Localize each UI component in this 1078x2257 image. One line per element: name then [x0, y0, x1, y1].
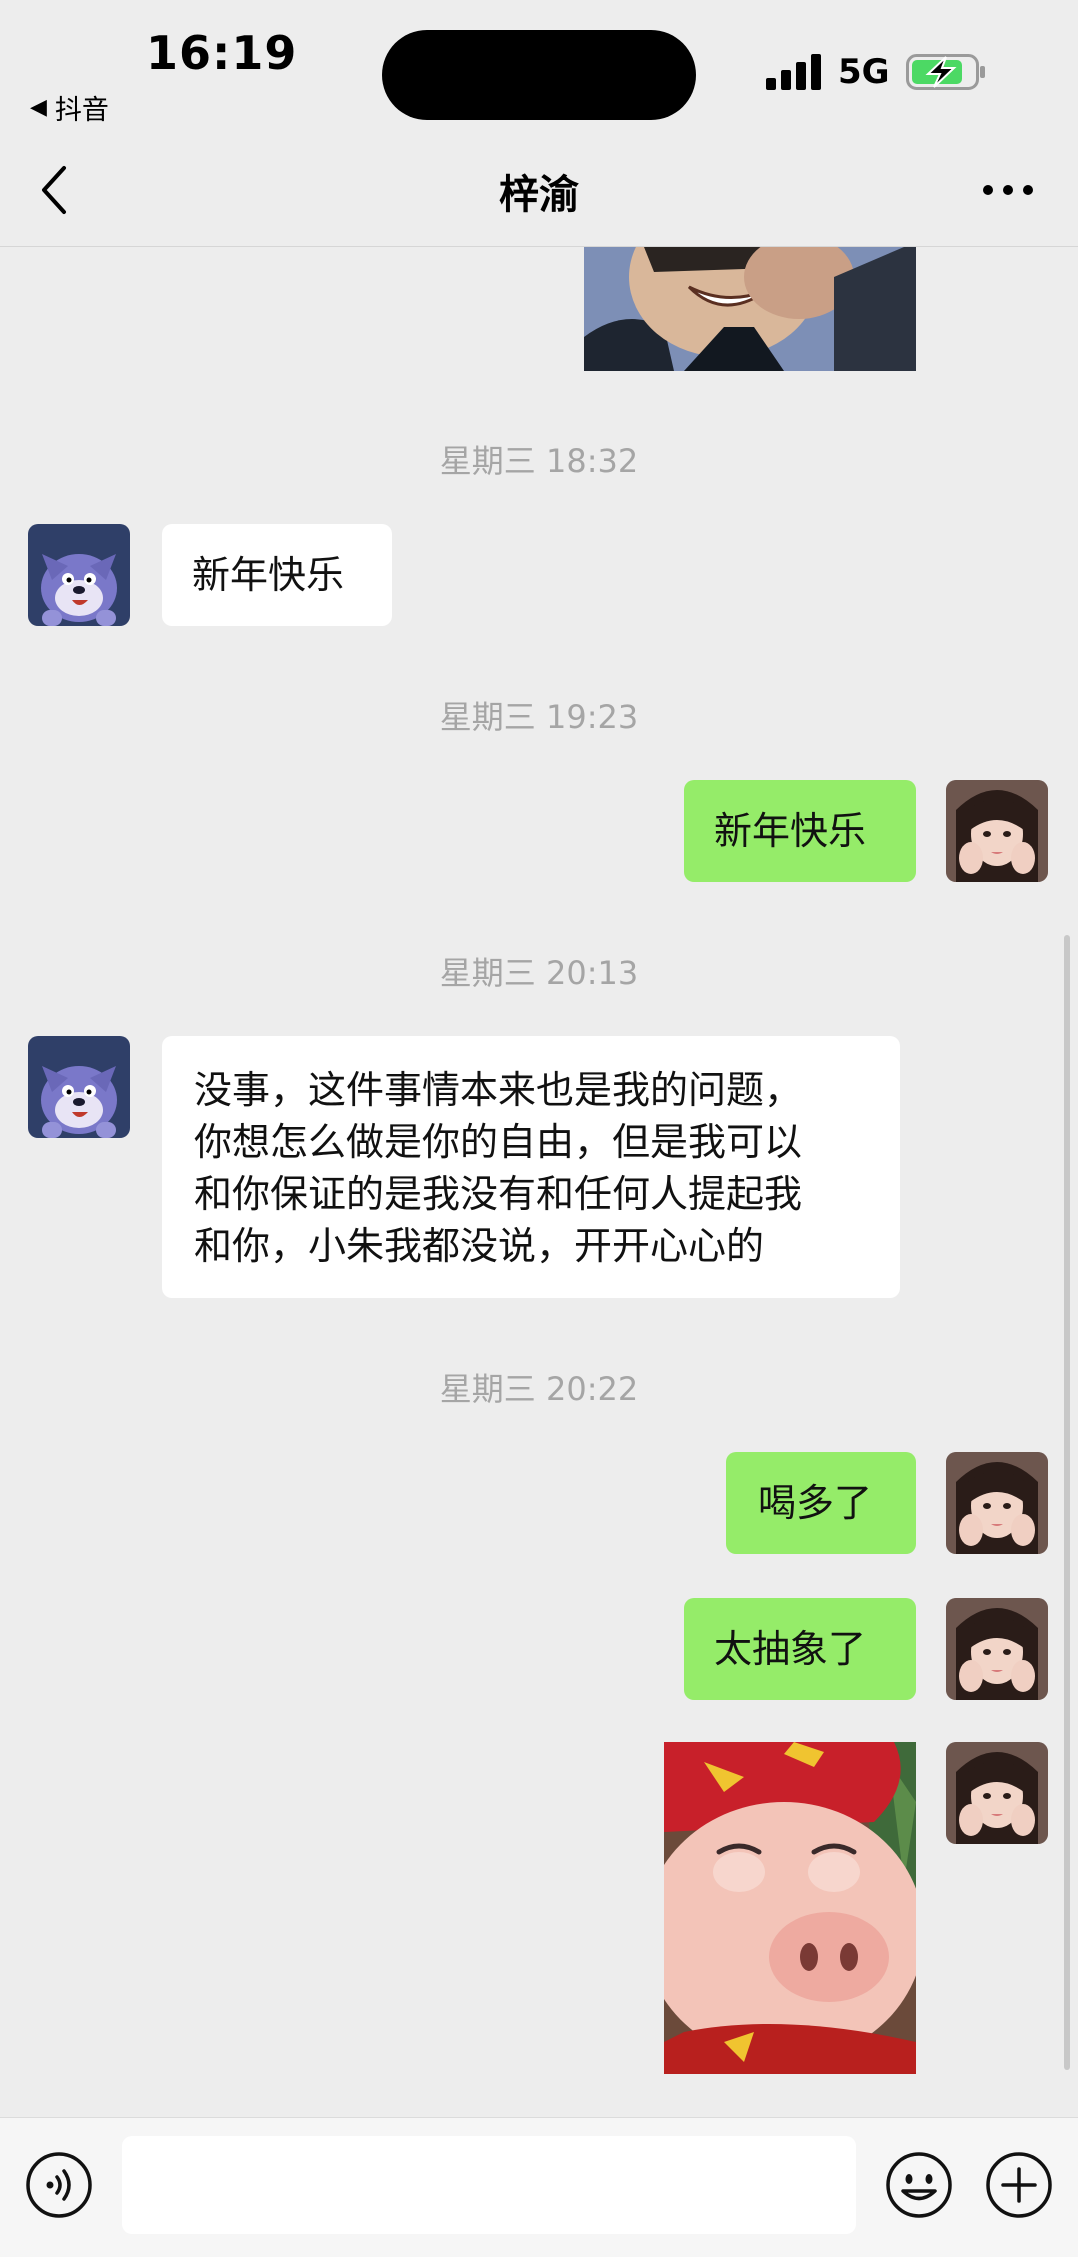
- girl-photo-avatar: [946, 1742, 1048, 1844]
- my-avatar[interactable]: [946, 1452, 1048, 1554]
- laughing-man-photo: [584, 247, 916, 371]
- dynamic-island: [382, 30, 696, 120]
- message-text: 太抽象了: [714, 1627, 867, 1671]
- back-app-label: 抖音: [54, 95, 109, 126]
- message-line: 和你保证的是我没有和任何人提起我: [194, 1172, 803, 1216]
- outgoing-message-bubble[interactable]: 太抽象了: [684, 1598, 916, 1700]
- contact-avatar[interactable]: [28, 524, 130, 626]
- timestamp: 星期三 20:22: [439, 1370, 639, 1408]
- status-time: 16:19: [146, 26, 298, 80]
- message-line: 没事，这件事情本来也是我的问题，: [194, 1068, 803, 1112]
- timestamp: 星期三 18:32: [439, 442, 639, 480]
- my-avatar[interactable]: [946, 1598, 1048, 1700]
- cartoon-pig-sticker: [664, 1742, 916, 2074]
- more-button[interactable]: [982, 178, 1034, 202]
- chat-title: 梓渝: [499, 172, 579, 218]
- cartoon-cat-avatar: [28, 1036, 130, 1138]
- battery-charging-icon: [906, 54, 985, 90]
- nav-divider: [0, 246, 1078, 247]
- signal-icon: [766, 54, 821, 90]
- voice-icon[interactable]: [24, 2150, 94, 2220]
- plus-icon[interactable]: [984, 2150, 1054, 2220]
- message-line: 和你，小朱我都没说，开开心心的: [194, 1224, 765, 1268]
- girl-photo-avatar: [946, 1452, 1048, 1554]
- my-avatar[interactable]: [946, 1742, 1048, 1844]
- message-text: 新年快乐: [714, 809, 867, 853]
- my-avatar[interactable]: [946, 780, 1048, 882]
- outgoing-message-bubble[interactable]: 喝多了: [726, 1452, 916, 1554]
- girl-photo-avatar: [946, 1598, 1048, 1700]
- incoming-message-bubble[interactable]: 新年快乐: [162, 524, 392, 626]
- emoji-icon[interactable]: [884, 2150, 954, 2220]
- message-input[interactable]: [122, 2136, 856, 2234]
- cartoon-cat-avatar: [28, 524, 130, 626]
- timestamp: 星期三 20:13: [439, 954, 639, 992]
- message-line: 你想怎么做是你的自由，但是我可以: [194, 1120, 803, 1164]
- network-type: 5G: [838, 52, 890, 92]
- message-text: 喝多了: [758, 1481, 873, 1525]
- timestamp: 星期三 19:23: [439, 698, 639, 736]
- chat-scrollbar[interactable]: [1064, 935, 1070, 2070]
- message-text: 新年快乐: [192, 553, 345, 597]
- outgoing-message-bubble[interactable]: 新年快乐: [684, 780, 916, 882]
- back-to-app-link[interactable]: ◀ 抖音: [30, 88, 109, 127]
- incoming-message-bubble[interactable]: 没事，这件事情本来也是我的问题， 你想怎么做是你的自由，但是我可以 和你保证的是…: [162, 1036, 900, 1298]
- girl-photo-avatar: [946, 780, 1048, 882]
- photo-message-cropped[interactable]: [584, 247, 916, 371]
- sticker-message[interactable]: [664, 1742, 916, 2074]
- back-triangle-icon: ◀: [30, 95, 47, 120]
- contact-avatar[interactable]: [28, 1036, 130, 1138]
